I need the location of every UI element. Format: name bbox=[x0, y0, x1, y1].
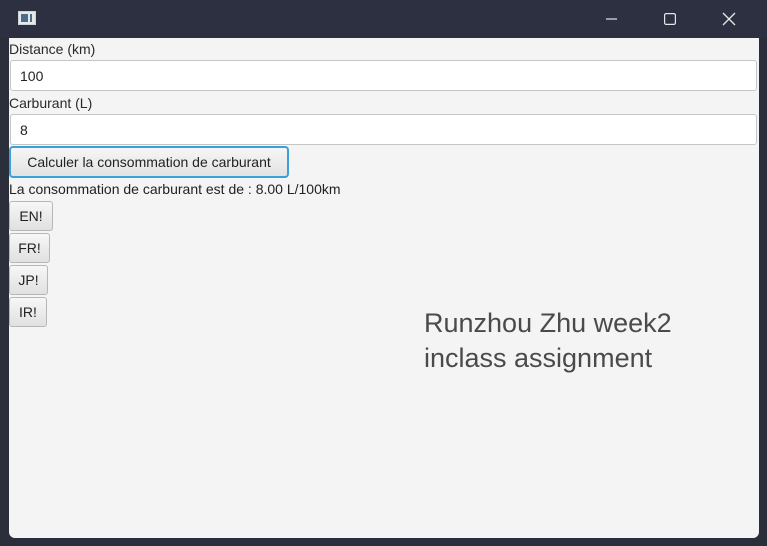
close-icon bbox=[722, 12, 736, 26]
language-button-ir[interactable]: IR! bbox=[9, 297, 47, 327]
distance-label: Distance (km) bbox=[9, 41, 96, 57]
language-button-jp[interactable]: JP! bbox=[9, 265, 48, 295]
app-window: Distance (km) Carburant (L) Calculer la … bbox=[0, 0, 767, 546]
language-button-en[interactable]: EN! bbox=[9, 201, 53, 231]
minimize-button[interactable] bbox=[583, 0, 641, 38]
caption-line-2: inclass assignment bbox=[424, 343, 653, 373]
result-text: La consommation de carburant est de : 8.… bbox=[9, 181, 341, 197]
maximize-button[interactable] bbox=[641, 0, 699, 38]
language-button-fr[interactable]: FR! bbox=[9, 233, 50, 263]
maximize-icon bbox=[664, 13, 676, 25]
fuel-input[interactable] bbox=[10, 114, 757, 145]
minimize-icon bbox=[606, 18, 617, 20]
calculate-button[interactable]: Calculer la consommation de carburant bbox=[9, 146, 289, 178]
fuel-label: Carburant (L) bbox=[9, 95, 93, 111]
close-button[interactable] bbox=[700, 0, 758, 38]
app-icon bbox=[18, 11, 36, 25]
title-bar[interactable] bbox=[0, 0, 767, 38]
main-panel: Distance (km) Carburant (L) Calculer la … bbox=[9, 38, 759, 538]
caption-line-1: Runzhou Zhu week2 bbox=[424, 308, 672, 338]
distance-input[interactable] bbox=[10, 60, 757, 91]
author-caption: Runzhou Zhu week2 inclass assignment bbox=[424, 306, 744, 376]
